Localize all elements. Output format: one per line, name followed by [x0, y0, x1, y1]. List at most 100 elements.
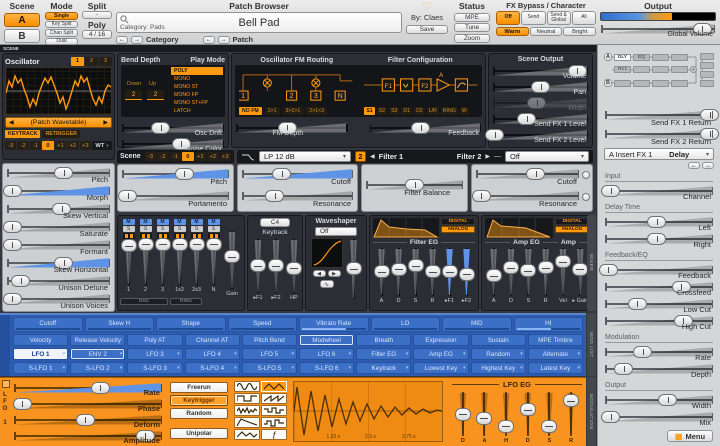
lfo-shape-saw[interactable]: [261, 393, 287, 404]
tab-mod-list[interactable]: MOD LIST: [587, 313, 596, 376]
mute-button[interactable]: M: [174, 219, 186, 225]
mod-lfo-cell[interactable]: Alternate ▾: [528, 348, 583, 360]
fx-param-slider[interactable]: Channel: [604, 183, 714, 200]
osc-octave-button[interactable]: -2: [17, 141, 28, 150]
lfo-shape-noise[interactable]: [234, 405, 260, 416]
wavetable-selector[interactable]: ◀ (Patch Wavetable) ▶: [5, 117, 112, 128]
oscillator-tab[interactable]: 2: [85, 57, 98, 66]
status-button[interactable]: Tune: [454, 23, 490, 32]
mod-source-cell[interactable]: Pitch Bend: [242, 334, 297, 346]
filter1-prev-icon[interactable]: ◀: [370, 153, 375, 160]
scene-output-slider[interactable]: Send FX 1 Level: [492, 111, 589, 127]
filter-config-option[interactable]: D2: [414, 107, 425, 115]
fx-param-slider[interactable]: Width: [604, 392, 714, 409]
solo-button[interactable]: S: [140, 226, 152, 232]
tab-mixer[interactable]: MIXER: [587, 215, 596, 311]
mod-lfo-cell[interactable]: LFO 6 ▾: [299, 348, 354, 360]
scene-octave-button[interactable]: +1: [195, 152, 206, 161]
filter-config-option[interactable]: S2: [377, 107, 387, 115]
filter1-slider[interactable]: Cutoff: [241, 166, 354, 188]
osc-param-slider[interactable]: Morph: [6, 183, 111, 201]
amp-eg-slider[interactable]: [503, 247, 519, 297]
fx-slot-global[interactable]: [700, 53, 714, 60]
filter-eg-slider[interactable]: [374, 247, 390, 297]
patch-next-button[interactable]: →: [218, 36, 230, 44]
fm-routing-option[interactable]: 2>1: [265, 107, 280, 115]
fx-slot-a[interactable]: DLY: [614, 54, 631, 61]
filter-eg-analog-toggle[interactable]: ANALOG: [441, 226, 475, 233]
tab-modulation[interactable]: MODULATION: [587, 377, 596, 446]
keytrack-slider[interactable]: [268, 238, 284, 294]
oscillator-waveform-display[interactable]: [5, 67, 112, 115]
scene-button[interactable]: A: [4, 13, 40, 27]
filter-config-option[interactable]: RING: [441, 107, 458, 115]
osc-octave-button[interactable]: +1: [55, 141, 66, 150]
lfo-shape-sample-hold[interactable]: [261, 405, 287, 416]
lfo-eg-slider[interactable]: [563, 391, 579, 437]
mod-lfo-cell[interactable]: ENV 2 ▾: [70, 348, 125, 360]
filter-config-option[interactable]: W: [460, 107, 469, 115]
osc-octave-button[interactable]: -1: [30, 141, 41, 150]
solo-button[interactable]: S: [157, 226, 169, 232]
fx-bypass-button[interactable]: Send: [521, 11, 545, 25]
lfo-shape-formula[interactable]: ƒ: [261, 429, 287, 440]
play-mode-option[interactable]: POLY: [171, 67, 223, 75]
mod-slfo-cell[interactable]: S-LFO 3 ▾: [127, 362, 182, 374]
mod-source-cell[interactable]: Channel AT: [185, 334, 240, 346]
fx-slot-b[interactable]: [614, 80, 631, 87]
solo-button[interactable]: S: [123, 226, 135, 232]
mod-target-cell[interactable]: MID: [442, 317, 512, 332]
mod-target-cell[interactable]: Skew H: [85, 317, 155, 332]
lfo-unipolar-button[interactable]: Unipolar: [170, 428, 228, 439]
lfo-eg-slider[interactable]: [455, 391, 471, 437]
filter-config-option[interactable]: S1: [364, 107, 374, 115]
filter2-slider[interactable]: Cutoff: [475, 166, 580, 188]
mute-button[interactable]: M: [140, 219, 152, 225]
mod-slfo-cell[interactable]: Latest Key ▾: [528, 362, 583, 374]
filter2-slider[interactable]: Resonance: [475, 188, 580, 210]
fx-param-slider[interactable]: Low Cut: [604, 296, 714, 313]
scene-octave-button[interactable]: -3: [145, 152, 156, 161]
lfo-trigger-button[interactable]: Keytrigger: [170, 395, 228, 406]
lfo-eg-slider[interactable]: [541, 391, 557, 437]
mode-button[interactable]: Single: [45, 12, 78, 20]
mod-matrix-left-strip[interactable]: [0, 315, 10, 376]
scene-octave-button[interactable]: -1: [170, 152, 181, 161]
lfo-slider[interactable]: Phase: [13, 396, 163, 412]
amp-eg-slider[interactable]: [555, 247, 571, 297]
mod-source-cell[interactable]: Velocity: [13, 334, 68, 346]
mode-button[interactable]: Chan Split: [45, 29, 78, 37]
mod-target-cell[interactable]: LO: [371, 317, 441, 332]
bend-down-value[interactable]: 2: [125, 90, 142, 100]
lfo-shape-square[interactable]: [234, 393, 260, 404]
fx-slot-b[interactable]: [652, 80, 669, 87]
character-button[interactable]: Warm: [496, 27, 529, 36]
osc-octave-button[interactable]: 0: [42, 141, 53, 150]
fx-bypass-button[interactable]: All: [572, 11, 596, 25]
solo-button[interactable]: S: [208, 226, 220, 232]
filter-eg-slider[interactable]: [459, 247, 475, 297]
filter-eg-digital-toggle[interactable]: DIGITAL: [441, 218, 475, 225]
status-button[interactable]: Zoom: [454, 34, 490, 43]
mod-lfo-cell[interactable]: LFO 5 ▾: [242, 348, 297, 360]
mod-source-cell[interactable]: Sustain: [471, 334, 526, 346]
patch-search-box[interactable]: Category: Pads Bell Pad: [116, 12, 402, 33]
fx-slot-global[interactable]: [700, 80, 714, 87]
mute-button[interactable]: M: [208, 219, 220, 225]
mod-lfo-cell[interactable]: Filter EG ▾: [356, 348, 411, 360]
play-mode-option[interactable]: MONO ST+FP: [171, 99, 223, 107]
mod-source-cell[interactable]: Expression: [413, 334, 468, 346]
solo-button[interactable]: S: [191, 226, 203, 232]
hslider[interactable]: Osc Drift: [121, 120, 225, 136]
waveshaper-display[interactable]: [311, 238, 343, 268]
mixer-level-slider[interactable]: [155, 240, 171, 286]
waveshaper-next-button[interactable]: ▶: [328, 270, 341, 277]
mute-button[interactable]: M: [191, 219, 203, 225]
keytrack-slider[interactable]: [286, 238, 302, 294]
fx-param-slider[interactable]: Rate: [604, 344, 714, 361]
filter-config-option[interactable]: S3: [389, 107, 399, 115]
mod-target-cell[interactable]: Cutoff: [13, 317, 83, 332]
fx-param-slider[interactable]: Crossfeed: [604, 279, 714, 296]
category-prev-button[interactable]: ←: [116, 36, 128, 44]
fx-return-slider[interactable]: Send FX 1 Return: [604, 107, 714, 126]
